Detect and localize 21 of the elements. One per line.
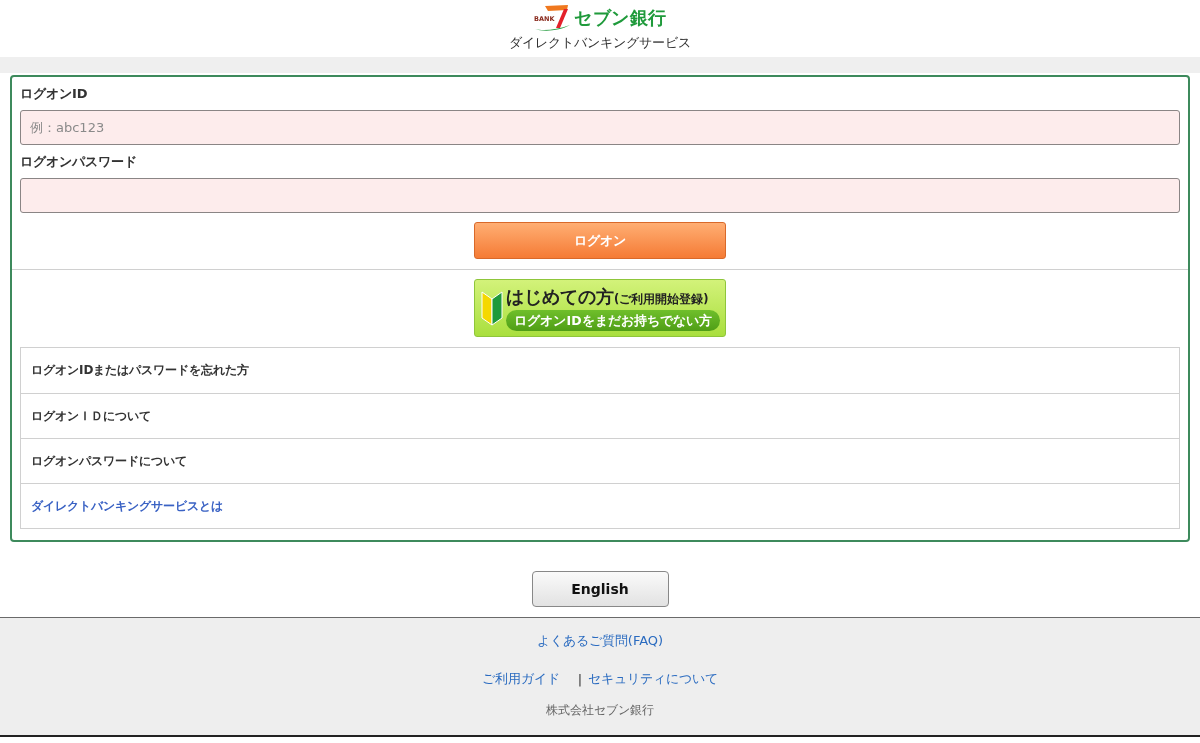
footer-link[interactable]: よくあるご質問(FAQ)	[536, 632, 664, 650]
help-link[interactable]: ダイレクトバンキングサービスとは	[21, 483, 1179, 528]
banner-title: はじめての方	[506, 285, 614, 308]
language-button[interactable]: English	[531, 571, 669, 607]
field-label: ログオンパスワード	[20, 154, 138, 170]
help-list-item[interactable]: ログオンＩＤについて	[21, 393, 1179, 438]
help-list-item[interactable]: ログオンIDまたはパスワードを忘れた方	[21, 348, 1179, 393]
copyright-text: 株式会社セブン銀行	[546, 702, 654, 718]
footer-link[interactable]: ご利用ガイド	[481, 670, 560, 688]
first-time-banner[interactable]: はじめての方(ご利用開始登録) ログオンIDをまだお持ちでない方	[474, 279, 726, 337]
service-subtitle: ダイレクトバンキングサービス	[509, 34, 691, 52]
help-list-item[interactable]: ログオンパスワードについて	[21, 438, 1179, 483]
input-field[interactable]: 例：abc123	[20, 110, 1180, 145]
beginner-leaf-icon	[481, 290, 503, 326]
banner-title-note: (ご利用開始登録)	[614, 291, 709, 307]
banner-subtitle: ログオンIDをまだお持ちでない方	[506, 309, 720, 331]
field-label: ログオンID	[20, 86, 89, 102]
footer-link[interactable]: セキュリティについて	[588, 670, 719, 688]
input-field[interactable]	[20, 178, 1180, 213]
link-separator: |	[577, 671, 583, 687]
logo-text: セブン銀行	[574, 6, 667, 29]
